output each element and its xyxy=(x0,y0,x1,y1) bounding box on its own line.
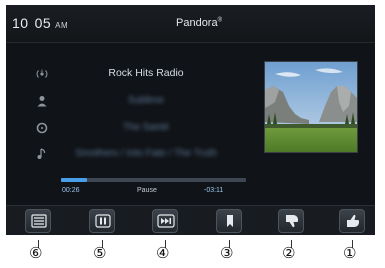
elapsed-time: 00:26 xyxy=(62,187,80,194)
thumbs-down-button[interactable] xyxy=(278,209,304,233)
artist-name: Sublime xyxy=(127,95,165,106)
title-row: Smothers / Into Fate / The Truth xyxy=(6,147,256,163)
playback-status: Pause xyxy=(137,187,157,194)
thumbs-up-button[interactable] xyxy=(339,209,365,233)
svg-text:A: A xyxy=(41,68,44,73)
thumbs-up-icon xyxy=(347,214,359,227)
menu-button[interactable] xyxy=(25,209,51,233)
pause-button[interactable] xyxy=(89,209,115,233)
callout-1: ① xyxy=(343,245,357,262)
source-title: Pandora® xyxy=(176,17,222,29)
progress-fill xyxy=(61,178,87,182)
clock-minute: 05 xyxy=(34,15,52,31)
skip-forward-icon xyxy=(157,214,175,228)
radio-signal-icon: A xyxy=(34,67,50,82)
album-art xyxy=(264,61,358,153)
album-row: The Santé xyxy=(6,121,256,137)
list-icon xyxy=(31,214,47,228)
pause-icon xyxy=(95,214,111,228)
station-name: Rock Hits Radio xyxy=(108,67,184,79)
album-art-image xyxy=(265,62,357,152)
callout-4: ④ xyxy=(156,245,170,262)
album-name: The Santé xyxy=(122,122,170,133)
callout-5: ⑤ xyxy=(93,245,107,262)
music-note-icon xyxy=(34,148,50,163)
station-row: A Rock Hits Radio xyxy=(6,66,256,82)
thumbs-down-icon xyxy=(286,215,298,228)
track-title: Smothers / Into Fate / The Truth xyxy=(75,148,217,159)
bookmark-icon xyxy=(227,215,233,227)
skip-button[interactable] xyxy=(152,209,178,233)
registered-mark: ® xyxy=(217,17,223,24)
status-bar: 10 05 AM Pandora® xyxy=(6,5,375,43)
remaining-time: -03:11 xyxy=(204,187,224,194)
callout-6: ⑥ xyxy=(29,245,43,262)
head-unit-screen: 10 05 AM Pandora® A Rock Hits Radio Sublim… xyxy=(6,5,375,235)
person-icon xyxy=(34,95,50,110)
callout-labels: ⑥ ⑤ ④ ③ ② ① xyxy=(0,240,385,268)
disc-icon xyxy=(34,122,50,137)
clock: 10 05 AM xyxy=(12,15,68,31)
control-bar xyxy=(6,205,375,235)
progress-bar[interactable] xyxy=(61,178,246,182)
bookmark-button[interactable] xyxy=(216,209,242,233)
callout-2: ② xyxy=(282,245,296,262)
artist-row: Sublime xyxy=(6,94,256,110)
clock-hour: 10 xyxy=(12,15,29,31)
source-name: Pandora xyxy=(176,17,218,29)
clock-ampm: AM xyxy=(55,21,69,30)
callout-3: ③ xyxy=(220,245,234,262)
